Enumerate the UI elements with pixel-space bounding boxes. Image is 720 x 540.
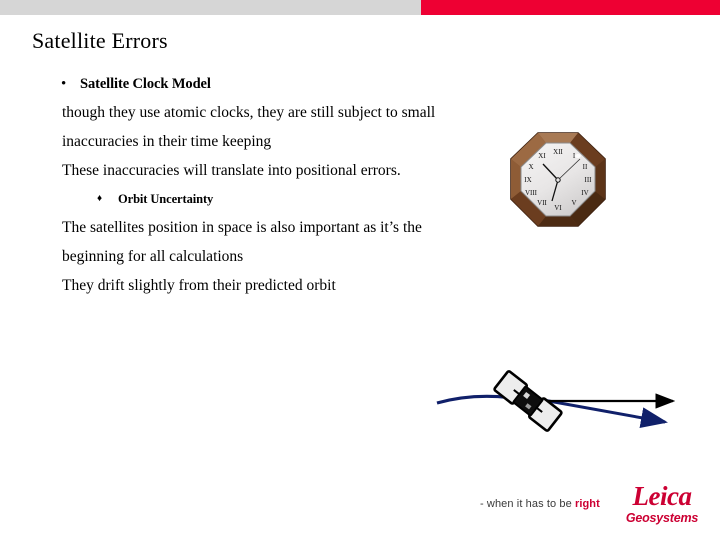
svg-text:III: III: [585, 176, 593, 184]
body-paragraph: inaccuracies in their time keeping: [62, 133, 272, 150]
footer-tagline-highlight: right: [574, 498, 600, 510]
body-paragraph: beginning for all calculations: [62, 248, 244, 265]
svg-text:XI: XI: [538, 152, 546, 160]
satellite-diagram: [425, 360, 690, 440]
svg-text:VII: VII: [537, 199, 547, 207]
body-paragraph: These inaccuracies will translate into p…: [62, 162, 401, 179]
body-paragraph: The satellites position in space is also…: [62, 219, 422, 236]
leica-geosystems-logo: Leica Geosystems: [612, 482, 712, 528]
footer-tagline: - when it has to be right: [480, 497, 600, 511]
header-bar-strip: [0, 0, 720, 15]
svg-text:IV: IV: [581, 189, 588, 197]
clock-center-hub: [555, 177, 561, 183]
bullet-item-orbit-uncertainty: ♦ Orbit Uncertainty: [0, 185, 500, 213]
brand-subwordmark: Geosystems: [625, 511, 699, 525]
svg-text:V: V: [571, 199, 576, 207]
footer-tagline-prefix: - when it has to be: [480, 498, 575, 510]
svg-text:X: X: [528, 163, 533, 171]
sub-bullet-glyph-icon: ♦: [97, 193, 103, 204]
svg-text:VIII: VIII: [525, 189, 538, 197]
clock-glass-glare: [575, 154, 581, 158]
orbit-path-incoming: [436, 394, 514, 405]
svg-text:XII: XII: [553, 148, 563, 156]
sub-bullet-label: Orbit Uncertainty: [118, 192, 214, 206]
body-paragraph: They drift slightly from their predicted…: [62, 277, 336, 294]
svg-text:IX: IX: [524, 176, 531, 184]
brand-wordmark: Leica: [632, 481, 692, 511]
page-title: Satellite Errors: [32, 28, 168, 53]
bullet-label: Satellite Clock Model: [80, 76, 211, 92]
header-bar-red: [421, 0, 720, 15]
body-paragraph: though they use atomic clocks, they are …: [62, 104, 436, 121]
octagonal-clock-image: XII I II III IV V VI VII VIII IX X XI: [508, 131, 608, 229]
bullet-item-satellite-clock-model: • Satellite Clock Model: [0, 70, 500, 98]
slide-body: • Satellite Clock Model though they use …: [0, 70, 500, 300]
svg-text:VI: VI: [554, 204, 562, 212]
svg-text:II: II: [583, 163, 588, 171]
header-bar-gray: [0, 0, 421, 15]
bullet-glyph-icon: •: [61, 76, 67, 92]
